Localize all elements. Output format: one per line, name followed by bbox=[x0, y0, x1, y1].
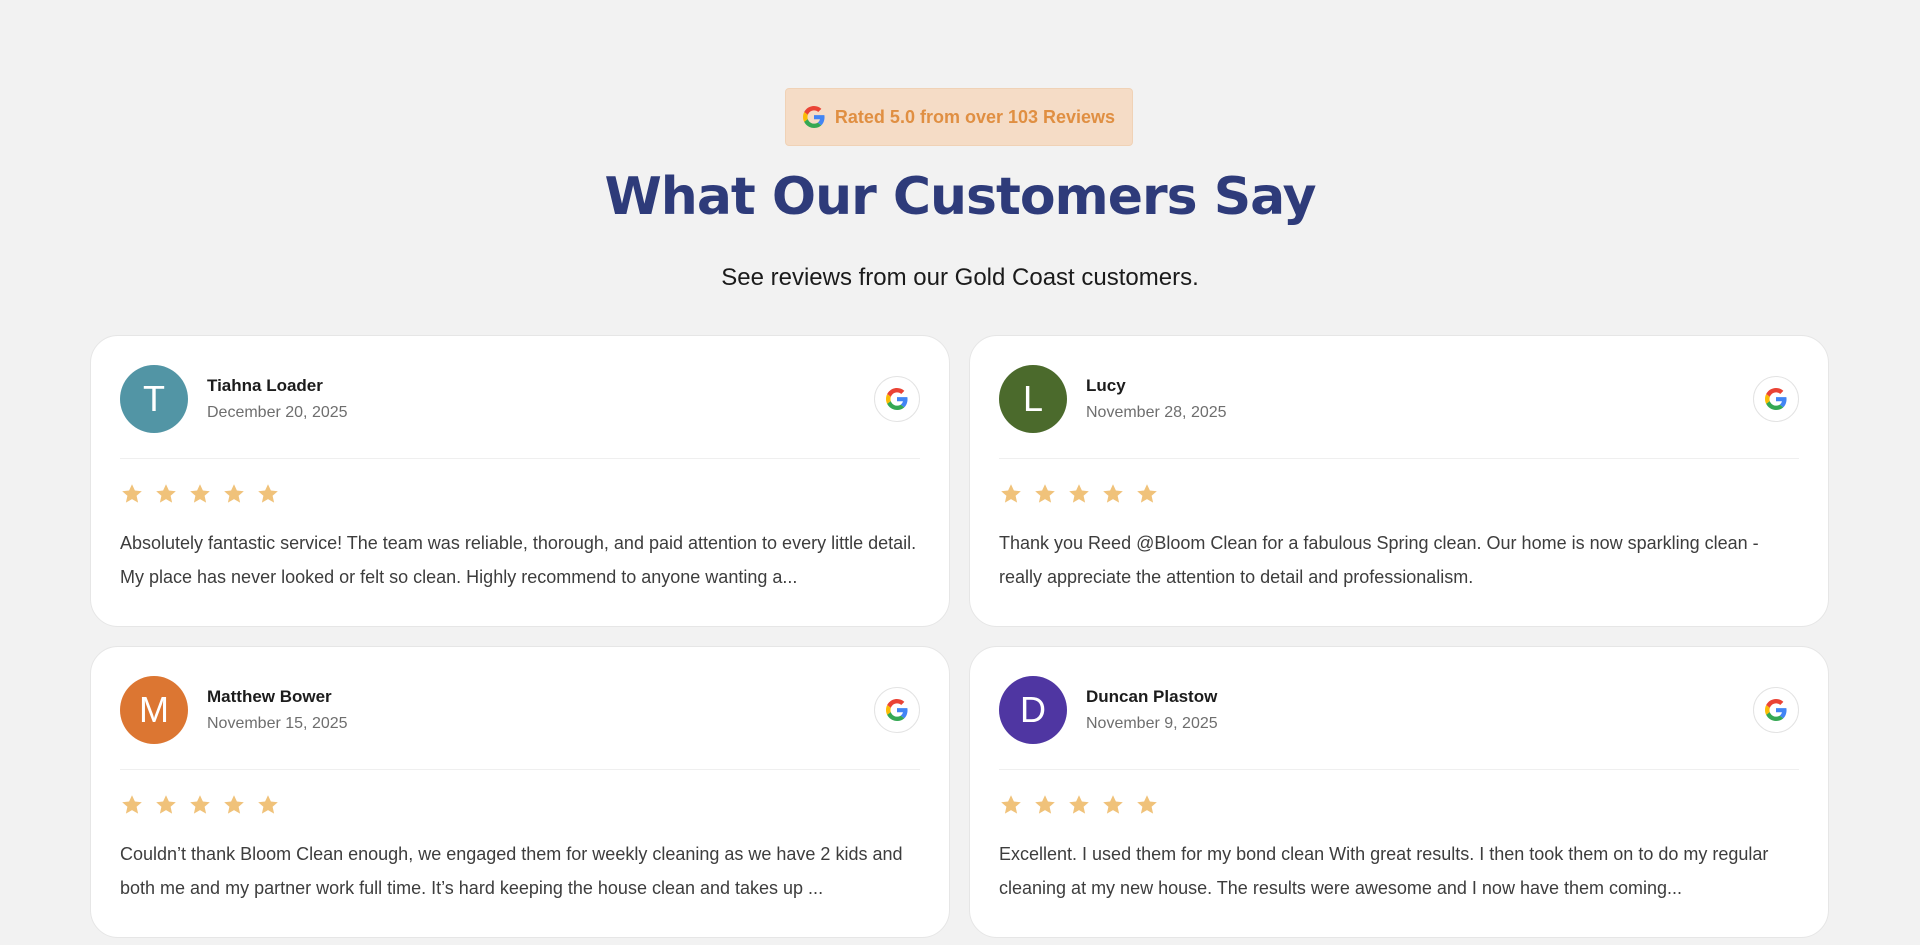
review-card: D Duncan Plastow November 9, 2025 Excell… bbox=[969, 646, 1829, 938]
reviewer-info: Matthew Bower November 15, 2025 bbox=[207, 687, 348, 733]
avatar: D bbox=[999, 676, 1067, 744]
star-icon bbox=[188, 793, 212, 817]
star-icon bbox=[120, 482, 144, 506]
review-header: T Tiahna Loader December 20, 2025 bbox=[120, 365, 920, 433]
review-card: T Tiahna Loader December 20, 2025 Absolu… bbox=[90, 335, 950, 627]
divider bbox=[999, 458, 1799, 459]
google-g-icon bbox=[802, 106, 825, 128]
star-rating bbox=[999, 482, 1799, 506]
review-date: November 28, 2025 bbox=[1086, 404, 1227, 421]
star-icon bbox=[120, 793, 144, 817]
google-icon[interactable] bbox=[1753, 687, 1799, 733]
star-icon bbox=[222, 482, 246, 506]
reviewer-name: Matthew Bower bbox=[207, 687, 332, 706]
review-header: L Lucy November 28, 2025 bbox=[999, 365, 1799, 433]
divider bbox=[120, 458, 920, 459]
google-icon[interactable] bbox=[874, 376, 920, 422]
star-icon bbox=[1067, 482, 1091, 506]
review-text: Excellent. I used them for my bond clean… bbox=[999, 844, 1769, 898]
divider bbox=[120, 769, 920, 770]
review-card: M Matthew Bower November 15, 2025 Couldn… bbox=[90, 646, 950, 938]
star-rating bbox=[999, 793, 1799, 817]
google-icon[interactable] bbox=[1753, 376, 1799, 422]
section-subtitle: See reviews from our Gold Coast customer… bbox=[721, 264, 1199, 291]
avatar: T bbox=[120, 365, 188, 433]
star-icon bbox=[1135, 482, 1159, 506]
star-icon bbox=[1033, 482, 1057, 506]
review-text: Thank you Reed @Bloom Clean for a fabulo… bbox=[999, 533, 1759, 587]
star-icon bbox=[222, 793, 246, 817]
star-icon bbox=[154, 482, 178, 506]
star-icon bbox=[1067, 793, 1091, 817]
star-icon bbox=[999, 793, 1023, 817]
google-icon[interactable] bbox=[874, 687, 920, 733]
reviewer-info: Lucy November 28, 2025 bbox=[1086, 376, 1227, 422]
reviewer-info: Duncan Plastow November 9, 2025 bbox=[1086, 687, 1218, 733]
star-icon bbox=[188, 482, 212, 506]
star-rating bbox=[120, 482, 920, 506]
star-icon bbox=[1135, 793, 1159, 817]
review-header: D Duncan Plastow November 9, 2025 bbox=[999, 676, 1799, 744]
avatar: M bbox=[120, 676, 188, 744]
reviewer-name: Tiahna Loader bbox=[207, 376, 323, 395]
section-title: What Our Customers Say bbox=[604, 167, 1316, 227]
star-icon bbox=[1033, 793, 1057, 817]
reviews-grid: T Tiahna Loader December 20, 2025 Absolu… bbox=[90, 335, 1829, 938]
reviewer-name: Lucy bbox=[1086, 376, 1126, 395]
reviewer-info: Tiahna Loader December 20, 2025 bbox=[207, 376, 348, 422]
review-text: Couldn’t thank Bloom Clean enough, we en… bbox=[120, 844, 903, 898]
rating-summary-text: Rated 5.0 from over 103 Reviews bbox=[834, 106, 1116, 127]
star-icon bbox=[154, 793, 178, 817]
reviewer-name: Duncan Plastow bbox=[1086, 687, 1218, 706]
review-card: L Lucy November 28, 2025 Thank you Reed … bbox=[969, 335, 1829, 627]
star-icon bbox=[1101, 482, 1125, 506]
avatar: L bbox=[999, 365, 1067, 433]
review-date: November 9, 2025 bbox=[1086, 715, 1218, 732]
review-header: M Matthew Bower November 15, 2025 bbox=[120, 676, 920, 744]
star-icon bbox=[256, 482, 280, 506]
star-icon bbox=[256, 793, 280, 817]
divider bbox=[999, 769, 1799, 770]
review-text: Absolutely fantastic service! The team w… bbox=[120, 533, 917, 587]
star-icon bbox=[999, 482, 1023, 506]
star-icon bbox=[1101, 793, 1125, 817]
star-rating bbox=[120, 793, 920, 817]
review-date: November 15, 2025 bbox=[207, 715, 348, 732]
rating-badge: Rated 5.0 from over 103 Reviews bbox=[785, 88, 1133, 146]
review-date: December 20, 2025 bbox=[207, 404, 348, 421]
